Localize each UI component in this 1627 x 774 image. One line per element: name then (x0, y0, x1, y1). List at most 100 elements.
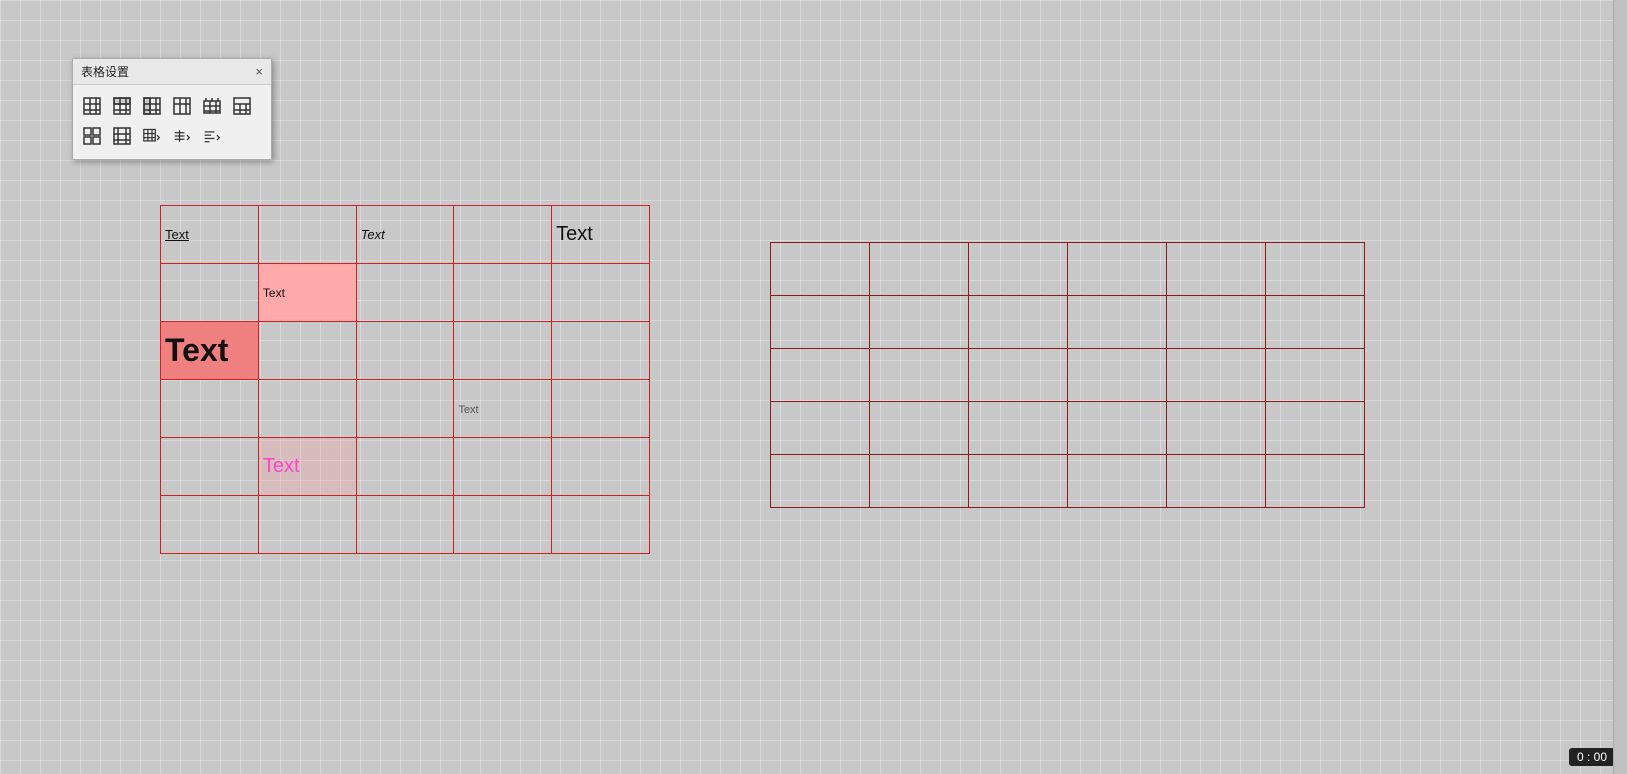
table-cell[interactable] (356, 496, 454, 554)
table-icon-8[interactable] (109, 123, 135, 149)
scrollbar[interactable] (1613, 0, 1627, 774)
table-cell[interactable] (258, 206, 356, 264)
table-cell[interactable] (969, 402, 1068, 455)
table-cell[interactable] (1167, 402, 1266, 455)
settings-body (73, 85, 271, 159)
table-row: Text (161, 264, 650, 322)
table-cell[interactable] (1068, 349, 1167, 402)
table-cell[interactable] (870, 402, 969, 455)
table-cell[interactable] (356, 264, 454, 322)
table-icon-2[interactable] (109, 93, 135, 119)
table-cell[interactable] (454, 206, 552, 264)
table-cell[interactable] (870, 243, 969, 296)
table-cell[interactable] (1266, 296, 1365, 349)
table-cell[interactable] (161, 264, 259, 322)
table-cell[interactable] (870, 455, 969, 508)
cell-text: Text (263, 286, 285, 300)
table-cell[interactable] (258, 322, 356, 380)
table-cell[interactable] (454, 438, 552, 496)
table-cell[interactable] (161, 438, 259, 496)
table-icon-3[interactable] (139, 93, 165, 119)
close-button[interactable]: × (255, 65, 263, 78)
table-row: Text (161, 380, 650, 438)
table-cell[interactable] (1068, 243, 1167, 296)
table-cell[interactable] (161, 496, 259, 554)
table-cell[interactable] (454, 496, 552, 554)
table-icon-5[interactable] (199, 93, 225, 119)
table-cell[interactable] (1068, 402, 1167, 455)
table-row: Text Text Text (161, 206, 650, 264)
table-row (771, 455, 1365, 508)
left-table: Text Text Text Text Text (160, 205, 650, 554)
table-cell[interactable] (969, 455, 1068, 508)
table-cell[interactable]: Text (258, 264, 356, 322)
table-cell[interactable]: Text (258, 438, 356, 496)
table-cell[interactable] (552, 496, 650, 554)
right-table (770, 242, 1365, 508)
table-cell[interactable] (870, 349, 969, 402)
right-table-wrapper (770, 242, 1365, 508)
table-icon-6[interactable] (229, 93, 255, 119)
table-cell[interactable] (1266, 243, 1365, 296)
table-cell[interactable] (771, 243, 870, 296)
table-cell[interactable] (552, 438, 650, 496)
table-cell[interactable] (1266, 455, 1365, 508)
cell-text: Text (458, 404, 478, 416)
table-cell[interactable] (454, 264, 552, 322)
border-dropdown[interactable] (139, 123, 165, 149)
table-cell[interactable]: Text (552, 206, 650, 264)
cell-text: Text (165, 227, 189, 242)
table-cell[interactable] (161, 380, 259, 438)
table-cell[interactable] (454, 322, 552, 380)
table-row (771, 243, 1365, 296)
table-cell[interactable] (771, 455, 870, 508)
table-cell[interactable] (552, 380, 650, 438)
text-align-dropdown[interactable] (199, 123, 225, 149)
table-cell[interactable] (552, 322, 650, 380)
table-row (771, 402, 1365, 455)
cell-text: Text (556, 223, 593, 245)
table-cell[interactable] (1266, 402, 1365, 455)
cell-text: Text (263, 455, 300, 477)
settings-panel: 表格设置 × (72, 58, 272, 160)
table-cell[interactable] (969, 243, 1068, 296)
table-cell[interactable] (1167, 455, 1266, 508)
table-icon-4[interactable] (169, 93, 195, 119)
table-cell[interactable]: Text (161, 322, 259, 380)
settings-title: 表格设置 (81, 63, 129, 80)
table-cell[interactable]: Text (161, 206, 259, 264)
table-row (771, 296, 1365, 349)
timer: 0 : 00 (1569, 748, 1615, 766)
table-cell[interactable] (771, 296, 870, 349)
table-row (771, 349, 1365, 402)
table-cell[interactable] (356, 438, 454, 496)
table-row: Text (161, 438, 650, 496)
table-cell[interactable] (356, 380, 454, 438)
table-cell[interactable] (1068, 455, 1167, 508)
table-cell[interactable] (258, 380, 356, 438)
table-row (161, 496, 650, 554)
cell-text: Text (165, 332, 228, 368)
table-cell[interactable] (969, 296, 1068, 349)
table-icon-1[interactable] (79, 93, 105, 119)
left-table-wrapper: Text Text Text Text Text (160, 205, 650, 554)
table-cell[interactable]: Text (454, 380, 552, 438)
table-cell[interactable] (870, 296, 969, 349)
table-cell[interactable] (1068, 296, 1167, 349)
table-cell[interactable] (1266, 349, 1365, 402)
table-cell[interactable] (258, 496, 356, 554)
table-cell[interactable] (1167, 243, 1266, 296)
table-cell[interactable] (552, 264, 650, 322)
table-icon-7[interactable] (79, 123, 105, 149)
table-cell[interactable] (356, 322, 454, 380)
align-dropdown[interactable] (169, 123, 195, 149)
table-cell[interactable]: Text (356, 206, 454, 264)
table-cell[interactable] (1167, 349, 1266, 402)
table-row: Text (161, 322, 650, 380)
table-cell[interactable] (771, 349, 870, 402)
table-cell[interactable] (969, 349, 1068, 402)
settings-titlebar: 表格设置 × (73, 59, 271, 85)
table-cell[interactable] (1167, 296, 1266, 349)
cell-text: Text (361, 227, 385, 242)
table-cell[interactable] (771, 402, 870, 455)
